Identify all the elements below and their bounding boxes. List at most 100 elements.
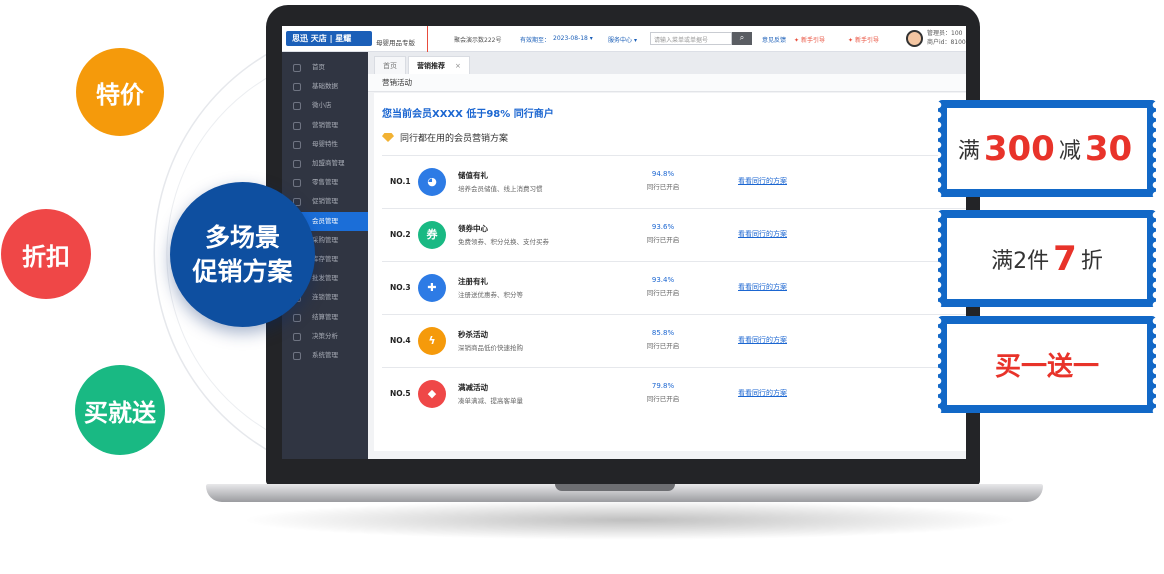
buy-gift-label: 买就送 <box>84 398 156 427</box>
menu-icon <box>293 121 301 130</box>
tag-icon: ◆ <box>418 380 446 408</box>
sidebar-item-label: 连锁管理 <box>312 293 338 302</box>
coupon-discount: 7 <box>1053 238 1077 279</box>
guide-link-1[interactable]: ✦ 新手引导 <box>794 35 825 44</box>
sidebar-item[interactable]: 系统管理 <box>282 346 368 365</box>
coupon-body: 买一送一 <box>947 324 1147 405</box>
coupon-text: 满2件 <box>991 248 1050 274</box>
feedback-link[interactable]: 意见反馈 <box>762 35 786 44</box>
guide-label-2: 新手引导 <box>854 37 879 44</box>
tab-marketing-recommend[interactable]: 营销推荐 × <box>408 56 470 74</box>
coupon-full-reduction: 满 300 减 30 <box>938 100 1156 197</box>
guide-label-1: 新手引导 <box>800 37 825 44</box>
plan-name: 秒杀活动 <box>458 330 488 339</box>
service-center-label: 服务中心 <box>608 37 633 44</box>
chevron-down-icon: ▾ <box>589 35 593 42</box>
plan-row: NO.4 ϟ 秒杀活动 深销商品低价快速抢购 85.8% 同行已开启 看看同行的方案 <box>382 314 966 367</box>
sidebar-item[interactable]: 决策分析 <box>282 327 368 346</box>
menu-icon <box>293 64 301 72</box>
plan-description: 凑单满减、提高客单量 <box>458 397 523 405</box>
multi-line-2: 促销方案 <box>192 256 293 286</box>
plan-rank: NO.4 <box>390 336 411 345</box>
user-add-icon: ✚ <box>418 274 446 302</box>
buy-gift-bubble: 买就送 <box>75 365 165 455</box>
sidebar-item[interactable]: 营销管理 <box>282 116 368 135</box>
sidebar-item[interactable]: 首页 <box>282 58 368 77</box>
plan-description: 培养会员储值、线上消费习惯 <box>458 185 543 193</box>
sidebar-item[interactable]: 母婴特性 <box>282 135 368 154</box>
plan-adoption-rate: 93.6% <box>651 223 675 231</box>
plan-rank: NO.3 <box>390 283 411 292</box>
sidebar-item[interactable]: 基础数据 <box>282 77 368 96</box>
search-button[interactable]: ⌕ <box>732 32 752 45</box>
coupon-body: 满2件 7 折 <box>947 218 1147 299</box>
edition-label: 母婴用品专版 <box>376 39 415 47</box>
plan-name: 领券中心 <box>458 224 488 233</box>
view-peer-plan-link[interactable]: 看看同行的方案 <box>738 176 787 186</box>
close-icon[interactable]: × <box>455 62 461 70</box>
sidebar-item-label: 会员管理 <box>312 216 338 225</box>
special-price-label: 特价 <box>96 80 144 109</box>
menu-icon <box>293 313 301 322</box>
view-peer-plan-link[interactable]: 看看同行的方案 <box>738 229 787 239</box>
sidebar-item[interactable]: 结算管理 <box>282 308 368 327</box>
member-comparison-headline: 您当前会员XXXX 低于98% 同行商户 <box>382 109 554 120</box>
coupon-multi-discount: 满2件 7 折 <box>938 210 1156 307</box>
sidebar-item-label: 零售管理 <box>312 178 338 187</box>
sidebar-item-label: 母婴特性 <box>312 139 338 148</box>
plan-name: 满减活动 <box>458 383 488 392</box>
tab-bar: 首页 营销推荐 × <box>368 52 966 74</box>
plan-description: 注册送优惠券、积分等 <box>458 291 523 299</box>
plan-row: NO.5 ◆ 满减活动 凑单满减、提高客单量 79.8% 同行已开启 看看同行的方案 <box>382 367 966 420</box>
store-name: 聚会演示数222号 <box>454 37 502 44</box>
plan-status: 同行已开启 <box>646 236 680 244</box>
sidebar-item[interactable]: 零售管理 <box>282 173 368 192</box>
sidebar-item-label: 加盟商管理 <box>312 159 345 167</box>
view-peer-plan-link[interactable]: 看看同行的方案 <box>738 335 787 345</box>
sidebar-item[interactable]: 加盟商管理 <box>282 154 368 173</box>
search-icon: ⌕ <box>739 33 745 42</box>
plan-name: 注册有礼 <box>458 277 488 286</box>
multi-scenario-bubble: 多场景 促销方案 <box>170 182 315 327</box>
sidebar-item-label: 采购管理 <box>312 235 338 244</box>
guide-icon: ✦ <box>794 37 800 44</box>
expiry-label: 有效期至： <box>520 37 551 44</box>
discount-label: 折扣 <box>22 242 70 271</box>
guide-link-2[interactable]: ✦ 新手引导 <box>848 35 879 44</box>
sidebar-item-label: 基础数据 <box>312 82 338 91</box>
plan-rank: NO.5 <box>390 389 411 398</box>
tab-home[interactable]: 首页 <box>374 56 406 74</box>
menu-icon <box>293 332 301 341</box>
sidebar-item-label: 微小店 <box>312 101 332 110</box>
service-center-menu[interactable]: 服务中心 ▾ <box>608 35 637 44</box>
tab-label: 营销推荐 <box>417 62 445 70</box>
view-peer-plan-link[interactable]: 看看同行的方案 <box>738 388 787 398</box>
app-logo[interactable]: 思迅 天店 | 星耀 <box>286 31 372 46</box>
user-info: 管理员：100 商户id：8100 <box>927 29 966 47</box>
user-avatar[interactable] <box>906 30 923 47</box>
guide-icon: ✦ <box>848 37 854 44</box>
menu-search-input[interactable]: 请输入菜单或单据号 <box>650 32 732 45</box>
sidebar-item-label: 结算管理 <box>312 312 338 321</box>
sidebar-item-label: 批发管理 <box>312 274 338 283</box>
coupon-text: 折 <box>1080 248 1103 274</box>
menu-icon <box>293 140 301 149</box>
coupon-body: 满 300 减 30 <box>947 108 1147 189</box>
plan-adoption-rate: 93.4% <box>651 276 675 284</box>
promo-stage: 特价 折扣 买就送 思迅 天店 | 星耀 母婴用品专版 聚会演示数222号 有效… <box>0 0 1164 574</box>
plan-row: NO.2 券 领券中心 免费领券、积分兑换、支付买券 93.6% 同行已开启 看看同行的方案 <box>382 208 966 261</box>
sidebar-item-label: 首页 <box>312 63 325 71</box>
sidebar-item-label: 决策分析 <box>312 331 338 340</box>
sidebar-item[interactable]: 微小店 <box>282 96 368 115</box>
diamond-icon <box>382 133 394 142</box>
peer-plans-title: 同行都在用的会员营销方案 <box>382 131 508 144</box>
plan-rank: NO.2 <box>390 230 411 239</box>
plan-status: 同行已开启 <box>646 183 680 191</box>
expiry-date[interactable]: 2023-08-18 ▾ <box>553 35 593 42</box>
multi-line-1: 多场景 <box>204 222 280 252</box>
app-screen: 思迅 天店 | 星耀 母婴用品专版 聚会演示数222号 有效期至： 2023-0… <box>282 26 966 459</box>
sidebar-item-label: 营销管理 <box>312 120 338 129</box>
user-role: 管理员：100 <box>927 30 963 37</box>
piggy-bank-icon: ◕ <box>418 168 446 196</box>
view-peer-plan-link[interactable]: 看看同行的方案 <box>738 282 787 292</box>
